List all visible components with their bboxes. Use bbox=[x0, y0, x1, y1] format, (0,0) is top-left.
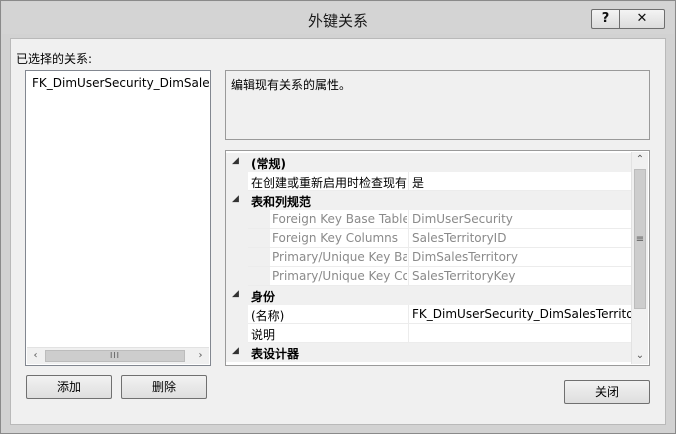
row-margin bbox=[226, 210, 248, 229]
property-category-row[interactable]: ◢ 身份 bbox=[226, 286, 632, 305]
relationship-list[interactable]: FK_DimUserSecurity_DimSalesTer ‹ III › bbox=[25, 70, 211, 366]
row-margin bbox=[226, 172, 248, 191]
property-name: Foreign Key Columns bbox=[272, 231, 399, 245]
relationship-list-item[interactable]: FK_DimUserSecurity_DimSalesTer bbox=[32, 76, 210, 90]
property-name: 在创建或重新启用时检查现有 bbox=[251, 176, 407, 190]
help-button[interactable]: ? bbox=[591, 9, 619, 29]
property-name: Foreign Key Base Table bbox=[272, 212, 407, 226]
scroll-left-icon[interactable]: ‹ bbox=[27, 348, 44, 364]
column-divider bbox=[408, 210, 409, 229]
property-grid[interactable]: ◢ (常规) 在创建或重新启用时检查现有是 ◢ 表和列规范 Foreign Key Bas… bbox=[225, 150, 650, 366]
row-margin bbox=[226, 229, 248, 248]
close-button[interactable]: 关闭 bbox=[564, 380, 650, 404]
column-divider bbox=[408, 324, 409, 343]
row-margin bbox=[226, 267, 248, 286]
property-category-row[interactable]: ◢ 表和列规范 bbox=[226, 191, 632, 210]
selected-relationships-label: 已选择的关系: bbox=[16, 52, 93, 66]
collapse-caret-icon[interactable]: ◢ bbox=[232, 289, 239, 299]
row-margin bbox=[226, 324, 248, 343]
description-text: 编辑现有关系的属性。 bbox=[231, 78, 352, 92]
scroll-down-icon[interactable]: ⌄ bbox=[632, 348, 648, 364]
category-name: 表和列规范 bbox=[251, 195, 312, 209]
property-value[interactable]: DimUserSecurity bbox=[412, 212, 513, 226]
column-divider bbox=[408, 305, 409, 324]
property-row[interactable]: (名称) FK_DimUserSecurity_DimSalesTerritory bbox=[226, 305, 646, 324]
description-panel: 编辑现有关系的属性。 bbox=[225, 70, 650, 140]
collapse-caret-icon[interactable]: ◢ bbox=[232, 194, 239, 204]
property-row[interactable]: 说明 bbox=[226, 324, 632, 343]
collapse-caret-icon[interactable]: ◢ bbox=[232, 156, 239, 166]
row-indent bbox=[248, 248, 270, 267]
column-divider bbox=[408, 229, 409, 248]
property-value[interactable]: 是 bbox=[412, 174, 424, 191]
relationship-list-hscrollbar[interactable]: ‹ III › bbox=[27, 347, 209, 364]
add-button[interactable]: 添加 bbox=[26, 375, 112, 399]
category-name: 表设计器 bbox=[251, 347, 300, 361]
row-indent bbox=[248, 229, 270, 248]
property-name: (名称) bbox=[251, 309, 285, 323]
row-indent bbox=[248, 210, 270, 229]
property-value[interactable]: FK_DimUserSecurity_DimSalesTerritory bbox=[412, 307, 646, 321]
property-name: Primary/Unique Key Colu bbox=[272, 269, 407, 283]
category-name: 身份 bbox=[251, 290, 276, 304]
scroll-right-icon[interactable]: › bbox=[192, 348, 209, 364]
column-divider bbox=[408, 248, 409, 267]
title-bar: 外键关系 ? ✕ bbox=[2, 2, 674, 34]
dialog-title: 外键关系 bbox=[307, 12, 368, 30]
scroll-up-icon[interactable]: ⌃ bbox=[632, 152, 648, 168]
property-name: Primary/Unique Key Base bbox=[272, 250, 407, 264]
hscroll-thumb[interactable]: III bbox=[45, 350, 185, 362]
property-value[interactable]: DimSalesTerritory bbox=[412, 250, 518, 264]
property-value[interactable]: SalesTerritoryID bbox=[412, 231, 506, 245]
property-row[interactable]: Foreign Key Columns SalesTerritoryID bbox=[226, 229, 632, 248]
row-margin bbox=[226, 305, 248, 324]
property-category-row[interactable]: ◢ 表设计器 bbox=[226, 343, 632, 362]
category-background bbox=[248, 286, 632, 305]
column-divider bbox=[408, 267, 409, 286]
delete-button[interactable]: 删除 bbox=[121, 375, 207, 399]
property-grid-vscrollbar[interactable]: ⌃ ≡ ⌄ bbox=[631, 152, 648, 364]
category-background bbox=[248, 153, 632, 172]
property-row[interactable]: Foreign Key Base Table DimUserSecurity bbox=[226, 210, 632, 229]
column-divider bbox=[408, 172, 409, 191]
property-value[interactable]: SalesTerritoryKey bbox=[412, 269, 515, 283]
row-margin bbox=[226, 248, 248, 267]
collapse-caret-icon[interactable]: ◢ bbox=[232, 346, 239, 356]
row-indent bbox=[248, 267, 270, 286]
property-row[interactable]: Primary/Unique Key Base DimSalesTerritory bbox=[226, 248, 632, 267]
category-name: (常规) bbox=[251, 157, 286, 171]
property-row[interactable]: Primary/Unique Key Colu SalesTerritoryKey bbox=[226, 267, 632, 286]
property-name: 说明 bbox=[251, 328, 276, 342]
property-row[interactable]: 在创建或重新启用时检查现有是 bbox=[226, 172, 632, 191]
property-category-row[interactable]: ◢ (常规) bbox=[226, 153, 632, 172]
vscroll-thumb[interactable]: ≡ bbox=[634, 169, 646, 309]
category-background bbox=[248, 343, 632, 362]
close-window-button[interactable]: ✕ bbox=[619, 9, 665, 29]
